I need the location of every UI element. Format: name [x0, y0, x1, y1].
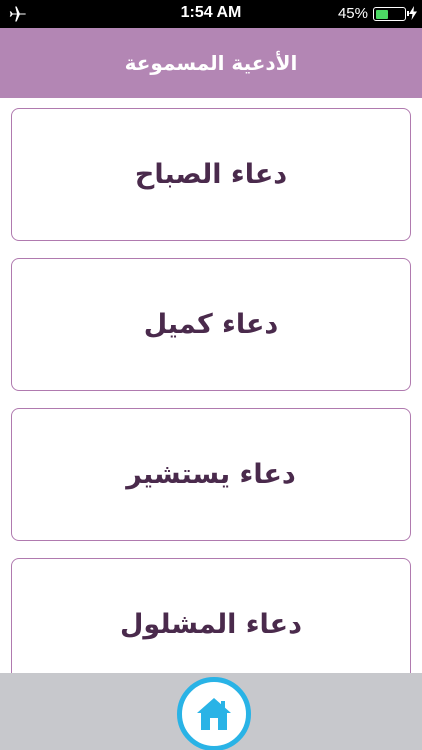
page-title: الأدعية المسموعة [124, 51, 298, 75]
status-bar: 1:54 AM 45% [0, 0, 422, 28]
prayer-item-yastashir[interactable]: دعاء يستشير [11, 408, 411, 541]
prayer-item-label: دعاء يستشير [126, 459, 296, 490]
prayer-item-label: دعاء المشلول [120, 609, 302, 640]
home-button[interactable] [177, 677, 251, 750]
prayer-item-mashlool[interactable]: دعاء المشلول [11, 558, 411, 673]
prayer-item-morning[interactable]: دعاء الصباح [11, 108, 411, 241]
battery-icon [373, 7, 409, 21]
prayer-list[interactable]: دعاء الصباح دعاء كميل دعاء يستشير دعاء ا… [0, 98, 422, 673]
battery-fill [375, 9, 389, 19]
prayer-item-label: دعاء كميل [143, 309, 279, 340]
page-header: الأدعية المسموعة [0, 28, 422, 98]
battery-percentage: 45% [337, 5, 368, 22]
home-icon [197, 698, 231, 730]
prayer-item-kumayl[interactable]: دعاء كميل [11, 258, 411, 391]
charging-bolt-icon [409, 6, 417, 20]
prayer-item-label: دعاء الصباح [134, 159, 288, 190]
